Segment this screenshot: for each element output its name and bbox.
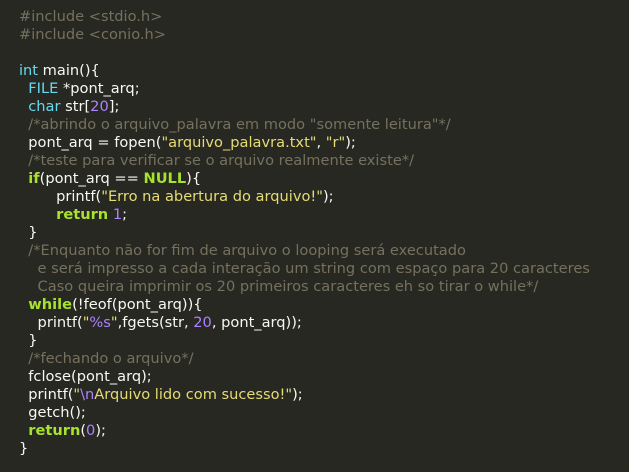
code-token-plain: } xyxy=(19,332,38,349)
code-token-plain: pont_arq = fopen( xyxy=(19,134,162,151)
code-token-keyword: return xyxy=(28,422,81,439)
code-line: pont_arq = fopen("arquivo_palavra.txt", … xyxy=(19,134,629,152)
code-line: printf("%s",fgets(str, 20, pont_arq)); xyxy=(19,314,629,332)
code-token-string: " xyxy=(110,314,118,331)
code-token-number: 20 xyxy=(90,98,109,115)
code-token-comment: Caso queira imprimir os 20 primeiros car… xyxy=(19,278,539,295)
code-token-plain: , xyxy=(316,134,326,151)
code-line: int main(){ xyxy=(19,62,629,80)
code-token-keyword: while xyxy=(28,296,73,313)
code-token-comment: /*fechando o arquivo*/ xyxy=(19,350,194,367)
code-line: } xyxy=(19,332,629,350)
code-token-number: 1 xyxy=(112,206,123,223)
code-line: /*abrindo o arquivo_palavra em modo "som… xyxy=(19,116,629,134)
code-line: fclose(pont_arq); xyxy=(19,368,629,386)
code-token-plain: *pont_arq; xyxy=(58,80,140,97)
code-token-plain: str[ xyxy=(60,98,91,115)
code-line: printf("\nArquivo lido com sucesso!"); xyxy=(19,386,629,404)
code-line: return 1; xyxy=(19,206,629,224)
code-token-plain: fclose(pont_arq); xyxy=(19,368,152,385)
code-line: FILE *pont_arq; xyxy=(19,80,629,98)
code-token-escape: \n xyxy=(80,386,95,403)
code-token-comment: /*Enquanto não for fim de arquivo o loop… xyxy=(19,242,466,259)
code-token-plain: (!feof(pont_arq)){ xyxy=(72,296,203,313)
code-token-format: %s xyxy=(89,314,111,331)
code-line: Caso queira imprimir os 20 primeiros car… xyxy=(19,278,629,296)
code-token-plain: (pont_arq == xyxy=(39,170,144,187)
code-token-plain: , pont_arq)); xyxy=(211,314,302,331)
code-line: printf("Erro na abertura do arquivo!"); xyxy=(19,188,629,206)
code-token-preproc: #include <conio.h> xyxy=(19,26,167,43)
code-token-string: "Erro na abertura do arquivo!" xyxy=(101,188,323,205)
code-token-plain: ,fgets(str, xyxy=(117,314,194,331)
code-token-plain: } xyxy=(19,440,29,457)
code-line: while(!feof(pont_arq)){ xyxy=(19,296,629,314)
code-token-comment: /*teste para verificar se o arquivo real… xyxy=(19,152,415,169)
code-token-plain: ){ xyxy=(186,170,202,187)
code-line: } xyxy=(19,224,629,242)
code-token-comment: e será impresso a cada interação um stri… xyxy=(19,260,590,277)
code-token-number: 0 xyxy=(86,422,96,439)
code-token-plain: ); xyxy=(345,134,356,151)
code-token-plain: ]; xyxy=(108,98,120,115)
code-token-plain: } xyxy=(19,224,38,241)
code-line: } xyxy=(19,440,629,458)
code-token-preproc: #include <stdio.h> xyxy=(19,8,163,25)
code-token-keyword: if xyxy=(28,170,40,187)
code-editor[interactable]: #include <stdio.h> #include <conio.h> int … xyxy=(0,0,629,472)
code-token-plain: ; xyxy=(122,206,128,223)
code-token-plain: printf( xyxy=(19,314,83,331)
code-token-plain: printf( xyxy=(19,386,74,403)
code-token-plain: ); xyxy=(95,422,106,439)
code-token-keyword: return xyxy=(56,206,109,223)
code-line: /*Enquanto não for fim de arquivo o loop… xyxy=(19,242,629,260)
code-line: char str[20]; xyxy=(19,98,629,116)
code-token-constant: NULL xyxy=(143,170,187,187)
code-token-type: int xyxy=(19,62,39,79)
code-line: return(0); xyxy=(19,422,629,440)
code-token-plain: ); xyxy=(292,386,303,403)
code-token-string: "arquivo_palavra.txt" xyxy=(161,134,317,151)
code-token-number: 20 xyxy=(193,314,212,331)
code-token-plain: printf( xyxy=(19,188,102,205)
code-token-plain: ); xyxy=(322,188,334,205)
code-token-string: Arquivo lido com sucesso!" xyxy=(94,386,293,403)
code-token-type: char xyxy=(28,98,61,115)
code-token-plain: getch(); xyxy=(19,404,86,421)
code-line: e será impresso a cada interação um stri… xyxy=(19,260,629,278)
code-line: /*fechando o arquivo*/ xyxy=(19,350,629,368)
code-line: /*teste para verificar se o arquivo real… xyxy=(19,152,629,170)
code-token-comment: /*abrindo o arquivo_palavra em modo "som… xyxy=(19,116,451,133)
code-line: #include <conio.h> xyxy=(19,26,629,44)
code-token-string: "r" xyxy=(325,134,346,151)
code-token-type: FILE xyxy=(28,80,59,97)
code-line: #include <stdio.h> xyxy=(19,8,629,26)
code-line: if(pont_arq == NULL){ xyxy=(19,170,629,188)
code-token-plain: main(){ xyxy=(38,62,100,79)
code-line: getch(); xyxy=(19,404,629,422)
